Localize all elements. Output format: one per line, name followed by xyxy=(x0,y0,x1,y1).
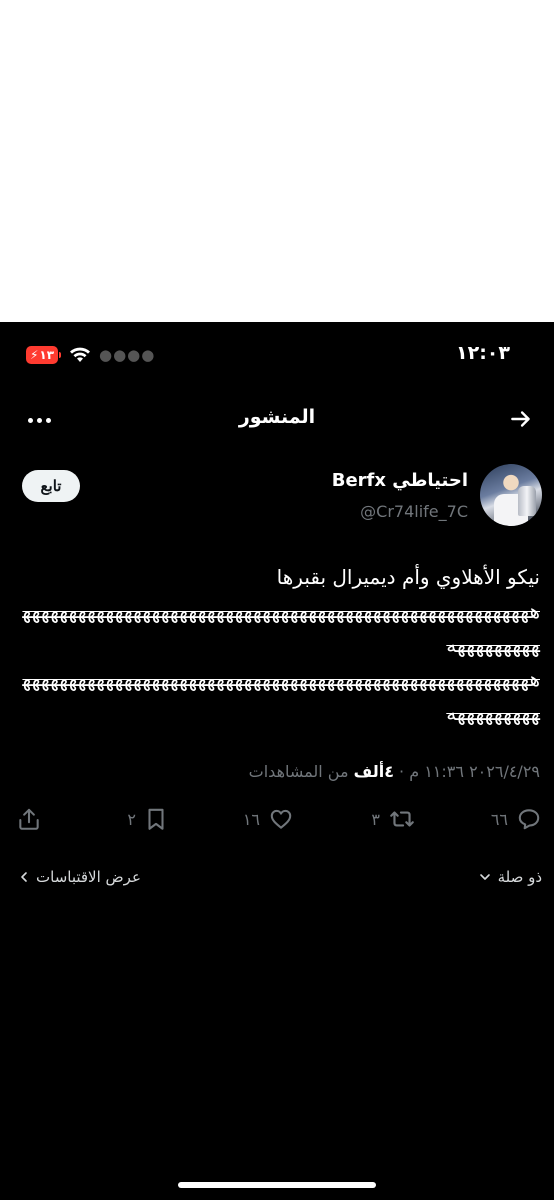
retweet-button[interactable]: ٣ xyxy=(371,806,416,832)
tweet-text-laugh-2: هههههههههههههههههههههههههههههههههههههههه… xyxy=(22,667,541,725)
page-title: المنشور xyxy=(238,406,316,428)
like-count: ١٦ xyxy=(242,809,260,829)
status-icons: ⚡ ١٣ ●●●● xyxy=(26,346,155,364)
post-header: المنشور xyxy=(0,400,554,440)
chevron-left-icon xyxy=(21,872,27,882)
bookmark-icon xyxy=(148,808,164,830)
reply-count: ٦٦ xyxy=(490,809,508,829)
battery-icon: ⚡ ١٣ xyxy=(26,346,58,364)
author-handle[interactable]: @Cr74life_7C xyxy=(360,502,468,521)
related-label: ذو صلة xyxy=(497,868,542,886)
heart-icon xyxy=(270,809,292,829)
tweet-meta: ٢٠٢٦/٤/٢٩ ١١:٣٦ م · ٤ألف من المشاهدات xyxy=(249,762,540,781)
app-screen: ١٢:٠٣ ⚡ ١٣ ●●●● المنشور احتياطي Berfx @Cr… xyxy=(0,322,554,1200)
status-time: ١٢:٠٣ xyxy=(456,342,510,364)
views-count: ٤ألف xyxy=(353,762,394,781)
like-button[interactable]: ١٦ xyxy=(243,806,294,832)
reply-icon xyxy=(518,809,540,830)
home-indicator[interactable] xyxy=(178,1182,376,1188)
quotes-label: عرض الاقتباسات xyxy=(36,868,141,886)
battery-level: ١٣ xyxy=(39,348,55,362)
avatar[interactable] xyxy=(480,464,542,526)
view-quotes-link[interactable]: عرض الاقتباسات xyxy=(18,868,141,886)
reply-button[interactable]: ٦٦ xyxy=(491,806,542,832)
tweet-text-line: نيكو الأهلاوي وأم ديميرال بقبرها xyxy=(276,565,540,589)
author-display-name[interactable]: احتياطي Berfx xyxy=(332,470,468,491)
cellular-icon: ●●●● xyxy=(99,346,156,364)
wifi-icon xyxy=(70,347,90,362)
bookmark-button[interactable]: ٢ xyxy=(127,806,168,832)
tweet-text-laugh: هههههههههههههههههههههههههههههههههههههههه… xyxy=(22,599,541,657)
chevron-down-icon xyxy=(479,874,490,880)
tweet-actions: ٦٦ ٣ ١٦ ٢ xyxy=(0,806,554,842)
bookmark-count: ٢ xyxy=(127,809,136,829)
more-options-icon[interactable] xyxy=(28,418,51,423)
retweet-count: ٣ xyxy=(371,809,380,829)
retweet-icon xyxy=(390,811,414,827)
tweet-timestamp[interactable]: ٢٠٢٦/٤/٢٩ ١١:٣٦ م · xyxy=(394,762,540,781)
charging-icon: ⚡ xyxy=(29,348,39,362)
share-button[interactable] xyxy=(16,806,42,832)
battery-nub xyxy=(59,352,61,358)
follow-button[interactable]: تابع xyxy=(22,470,80,502)
top-white-area xyxy=(0,0,554,322)
share-icon xyxy=(19,808,39,830)
tweet-body: نيكو الأهلاوي وأم ديميرال بقبرها ههههههه… xyxy=(14,560,541,730)
related-dropdown[interactable]: ذو صلة xyxy=(478,868,542,886)
views-label: من المشاهدات xyxy=(248,762,354,781)
tweet-footer: ذو صلة عرض الاقتباسات xyxy=(0,868,554,892)
